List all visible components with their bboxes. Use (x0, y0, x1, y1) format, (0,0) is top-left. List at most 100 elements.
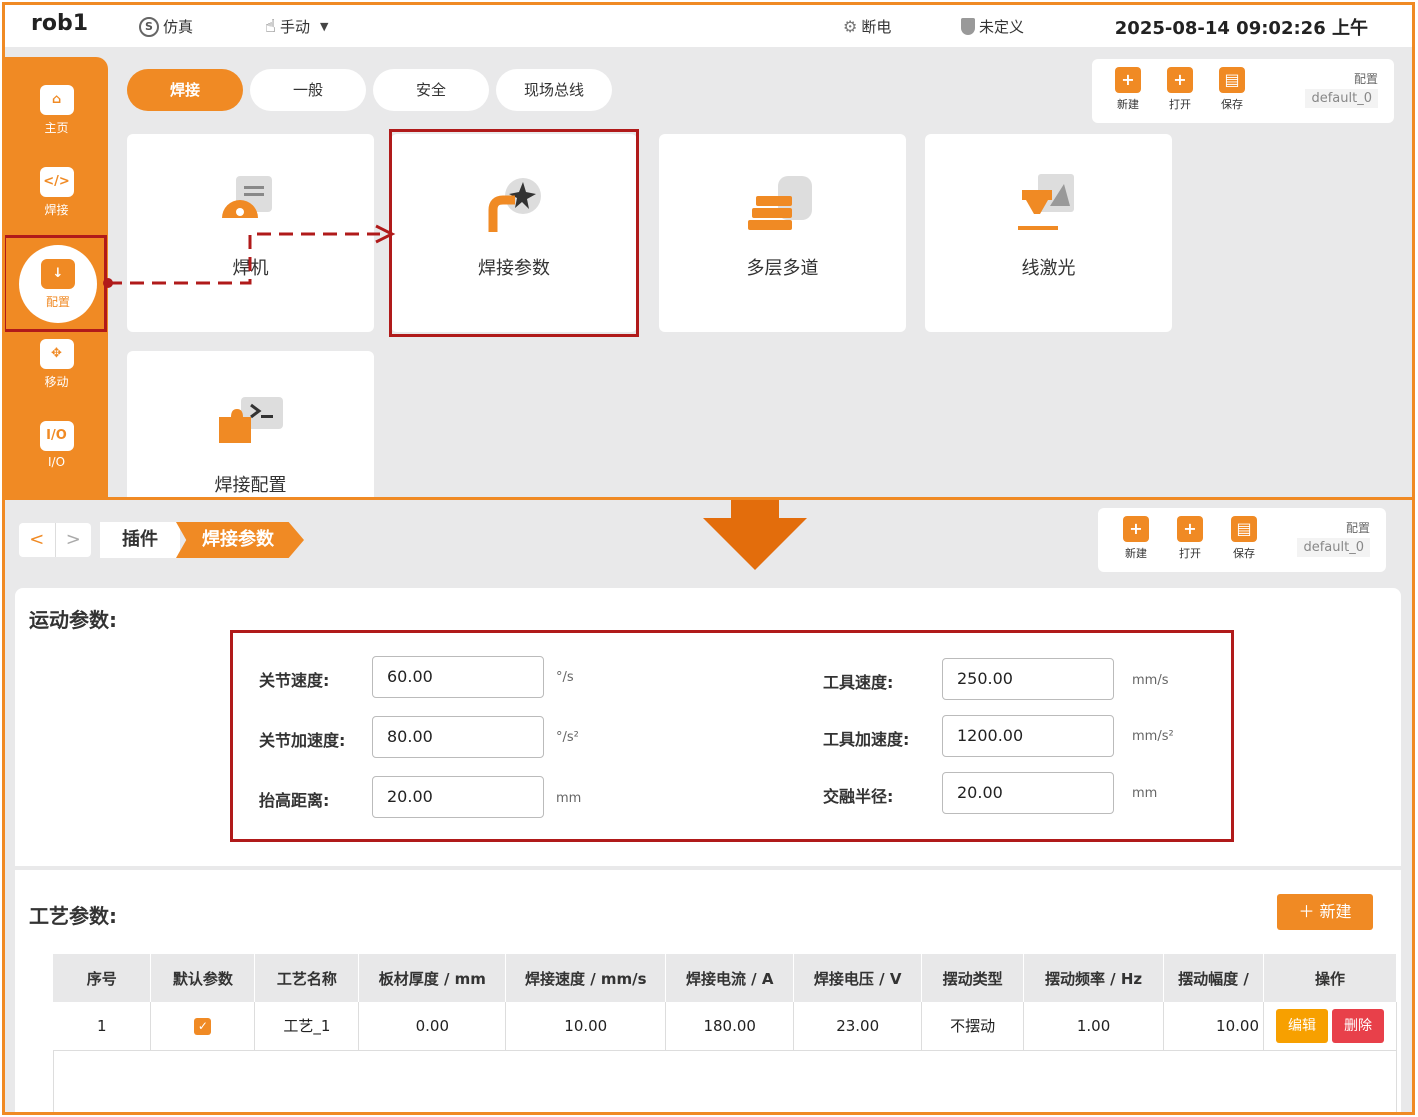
config-label: 配置 (1345, 521, 1370, 535)
col-index: 序号 (53, 954, 152, 1002)
add-process-label: 新建 (1319, 902, 1352, 921)
sidebar-item-home[interactable]: ⌂ 主页 (5, 85, 108, 165)
col-name: 工艺名称 (254, 954, 360, 1002)
col-swing-type: 摆动类型 (921, 954, 1025, 1002)
sidebar-item-io[interactable]: I/O I/O (5, 421, 108, 497)
control-label: 手动 (279, 18, 310, 36)
joint-accel-unit: °/s² (556, 730, 579, 745)
save-icon: ▤ (1231, 516, 1257, 542)
folder-icon: + (1177, 516, 1203, 542)
joint-speed-label: 关节速度: (259, 671, 330, 690)
config-value[interactable]: default_0 (1305, 89, 1378, 108)
plugin-card-laser[interactable]: 线激光 (925, 134, 1172, 332)
tool-speed-input[interactable]: 250.00 (942, 658, 1114, 700)
sidebar-item-move[interactable]: ✥ 移动 (5, 339, 108, 419)
tab-general[interactable]: 一般 (250, 69, 366, 111)
save-label: 保存 (1233, 547, 1255, 560)
open-label: 打开 (1179, 547, 1201, 560)
cell-name: 工艺_1 (254, 1002, 360, 1051)
tool-speed-unit: mm/s (1132, 673, 1169, 688)
tool-accel-label: 工具加速度: (823, 730, 910, 749)
open-button[interactable]: + 打开 (1160, 67, 1200, 112)
control-mode-dropdown[interactable]: ☝ 手动 ▼ (265, 16, 328, 37)
move-icon: ✥ (39, 339, 74, 369)
default-checkbox[interactable]: ✓ (194, 1018, 212, 1036)
joint-accel-label: 关节加速度: (259, 731, 346, 750)
open-label: 打开 (1169, 98, 1191, 111)
tab-safety[interactable]: 安全 (373, 69, 489, 111)
plugin-label: 线激光 (1021, 258, 1076, 279)
hand-icon: ☝ (265, 16, 276, 37)
code-icon: </> (39, 167, 74, 197)
cell-voltage: 23.00 (793, 1002, 923, 1051)
add-process-button[interactable]: ＋ 新建 (1277, 894, 1373, 930)
safety-status[interactable]: 未定义 (961, 16, 1024, 37)
col-speed: 焊接速度 / mm/s (505, 954, 667, 1002)
datetime: 2025-08-14 09:02:26 上午 (1114, 18, 1368, 39)
table-row[interactable]: 1 ✓ 工艺_1 0.00 10.00 180.00 23.00 不摆动 1.0… (53, 1002, 1397, 1051)
delete-button[interactable]: 删除 (1332, 1008, 1384, 1043)
power-label: 断电 (861, 18, 892, 36)
save-button[interactable]: ▤ 保存 (1212, 67, 1252, 112)
weld-config-icon (218, 397, 283, 443)
save-button[interactable]: ▤ 保存 (1224, 516, 1264, 561)
tab-fieldbus[interactable]: 现场总线 (496, 69, 612, 111)
cell-speed: 10.00 (505, 1002, 667, 1051)
col-thickness: 板材厚度 / mm (358, 954, 507, 1002)
joint-speed-input[interactable]: 60.00 (372, 656, 544, 698)
new-file-icon: + (1115, 67, 1141, 93)
lift-distance-input[interactable]: 20.00 (372, 776, 544, 818)
col-voltage: 焊接电压 / V (793, 954, 923, 1002)
col-swing-freq: 摆动频率 / Hz (1023, 954, 1165, 1002)
cell-index: 1 (53, 1002, 152, 1051)
tool-accel-input[interactable]: 1200.00 (942, 715, 1114, 757)
blend-radius-label: 交融半径: (823, 787, 894, 806)
tool-accel-unit: mm/s² (1132, 729, 1174, 744)
new-button[interactable]: + 新建 (1108, 67, 1148, 112)
joint-speed-unit: °/s (556, 670, 574, 685)
col-current: 焊接电流 / A (665, 954, 795, 1002)
cell-swing-type: 不摆动 (921, 1002, 1025, 1051)
history-nav: < > (19, 523, 91, 557)
status-label: 未定义 (979, 18, 1025, 36)
table-empty-area (53, 1051, 1397, 1112)
cell-swing-freq: 1.00 (1023, 1002, 1165, 1051)
folder-icon: + (1167, 67, 1193, 93)
open-button[interactable]: + 打开 (1170, 516, 1210, 561)
edit-button[interactable]: 编辑 (1276, 1008, 1328, 1043)
mode-label: 仿真 (163, 18, 194, 36)
sidebar-item-label: I/O (47, 455, 66, 469)
sidebar-item-label: 主页 (44, 121, 69, 135)
config-value[interactable]: default_0 (1297, 538, 1370, 557)
mode-indicator[interactable]: S 仿真 (139, 16, 193, 37)
new-file-icon: + (1123, 516, 1149, 542)
save-icon: ▤ (1219, 67, 1245, 93)
tab-weld[interactable]: 焊接 (127, 69, 243, 111)
simulation-icon: S (139, 16, 159, 37)
cell-default: ✓ (150, 1002, 256, 1051)
plugin-card-weld-config[interactable]: 焊接配置 (127, 351, 374, 497)
cell-thickness: 0.00 (358, 1002, 507, 1051)
breadcrumb-plugins[interactable]: 插件 (100, 522, 180, 558)
top-screenshot: rob1 S 仿真 ☝ 手动 ▼ ⚙ 断电 未定义 2025-08-14 09:… (2, 2, 1415, 500)
status-bar: rob1 S 仿真 ☝ 手动 ▼ ⚙ 断电 未定义 2025-08-14 09:… (5, 5, 1412, 47)
config-label: 配置 (1353, 72, 1378, 86)
new-label: 新建 (1125, 547, 1147, 560)
forward-button[interactable]: > (54, 523, 92, 557)
plugin-card-multilayer[interactable]: 多层多道 (659, 134, 906, 332)
io-icon: I/O (39, 421, 74, 451)
blend-radius-input[interactable]: 20.00 (942, 772, 1114, 814)
down-arrow-icon (703, 500, 807, 570)
new-label: 新建 (1117, 98, 1139, 111)
toolbar-bottom: + 新建 + 打开 ▤ 保存 配置 default_0 (1098, 508, 1386, 572)
new-button[interactable]: + 新建 (1116, 516, 1156, 561)
cell-swing-amp: 10.00 (1163, 1002, 1264, 1051)
back-button[interactable]: < (19, 523, 55, 557)
power-status[interactable]: ⚙ 断电 (843, 16, 891, 37)
plugin-label: 多层多道 (746, 258, 819, 279)
plus-icon: ＋ (1298, 902, 1315, 921)
joint-accel-input[interactable]: 80.00 (372, 716, 544, 758)
blend-radius-unit: mm (1132, 786, 1158, 801)
bottom-screenshot: < > 插件 焊接参数 + 新建 + 打开 ▤ 保存 配置 default_0 (2, 497, 1415, 1115)
toolbar: + 新建 + 打开 ▤ 保存 配置 default_0 (1092, 59, 1394, 123)
